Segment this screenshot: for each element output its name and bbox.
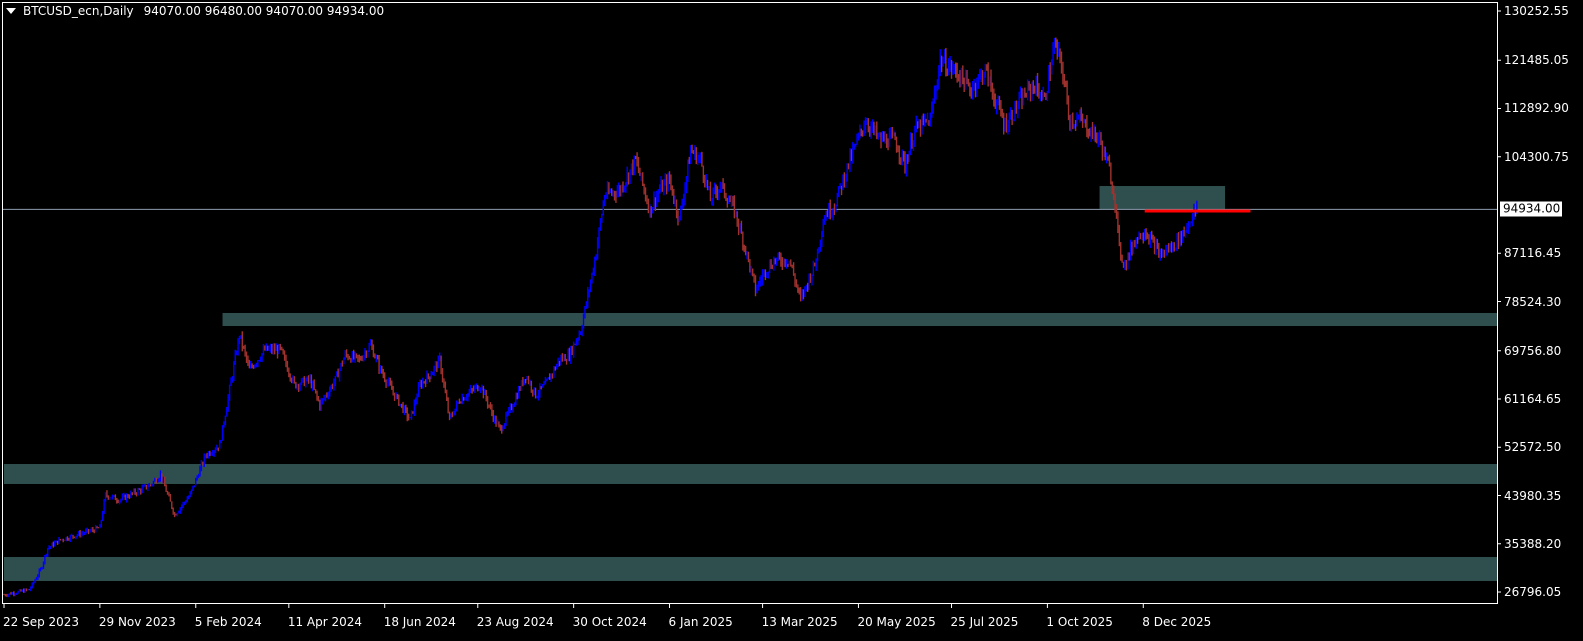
chart-frame xyxy=(2,2,1498,604)
price-tick-label: 104300.75 xyxy=(1504,149,1569,164)
ohlc-readout: 94070.00 96480.00 94070.00 94934.00 xyxy=(143,4,385,18)
time-tick-label: 13 Mar 2025 xyxy=(761,615,838,629)
price-tick-label: 61164.65 xyxy=(1504,391,1562,406)
time-tick-label: 22 Sep 2023 xyxy=(3,615,80,629)
time-tick-label: 8 Dec 2025 xyxy=(1142,615,1212,629)
price-tick-label: 130252.55 xyxy=(1504,3,1569,18)
time-tick-label: 11 Apr 2024 xyxy=(287,615,363,629)
time-tick-label: 25 Jul 2025 xyxy=(950,615,1019,629)
support-resistance-zone xyxy=(1099,186,1226,209)
time-tick-label: 20 May 2025 xyxy=(857,615,936,629)
time-tick-label: 1 Oct 2025 xyxy=(1046,615,1113,629)
price-tick-label: 78524.30 xyxy=(1504,294,1562,309)
time-tick-label: 30 Oct 2024 xyxy=(572,615,647,629)
axis-ticks xyxy=(3,10,1501,608)
price-tick-label: 52572.50 xyxy=(1504,440,1562,455)
support-resistance-zone xyxy=(4,464,1497,484)
price-tick-label: 87116.45 xyxy=(1504,246,1562,261)
time-tick-label: 23 Aug 2024 xyxy=(476,615,554,629)
symbol-label: BTCUSD_ecn,Daily xyxy=(23,4,134,18)
time-tick-label: 18 Jun 2024 xyxy=(383,615,456,629)
price-tick-label: 69756.80 xyxy=(1504,343,1562,358)
current-price-label: 94934.00 xyxy=(1500,201,1562,217)
time-tick-label: 29 Nov 2023 xyxy=(98,615,176,629)
chart-header: BTCUSD_ecn,Daily 94070.00 96480.00 94070… xyxy=(6,4,384,18)
support-resistance-zone xyxy=(4,557,1497,581)
price-tick-label: 112892.90 xyxy=(1504,101,1569,116)
zones-layer xyxy=(4,186,1497,581)
price-tick-label: 43980.35 xyxy=(1504,488,1562,503)
time-tick-label: 6 Jan 2025 xyxy=(668,615,733,629)
support-resistance-zone xyxy=(222,312,1497,327)
price-tick-label: 121485.05 xyxy=(1504,53,1569,68)
time-tick-label: 5 Feb 2024 xyxy=(194,615,262,629)
price-tick-label: 26796.05 xyxy=(1504,585,1562,599)
triangle-down-icon[interactable] xyxy=(6,8,16,14)
price-chart[interactable] xyxy=(0,0,1583,641)
price-tick-label: 35388.20 xyxy=(1504,536,1562,551)
